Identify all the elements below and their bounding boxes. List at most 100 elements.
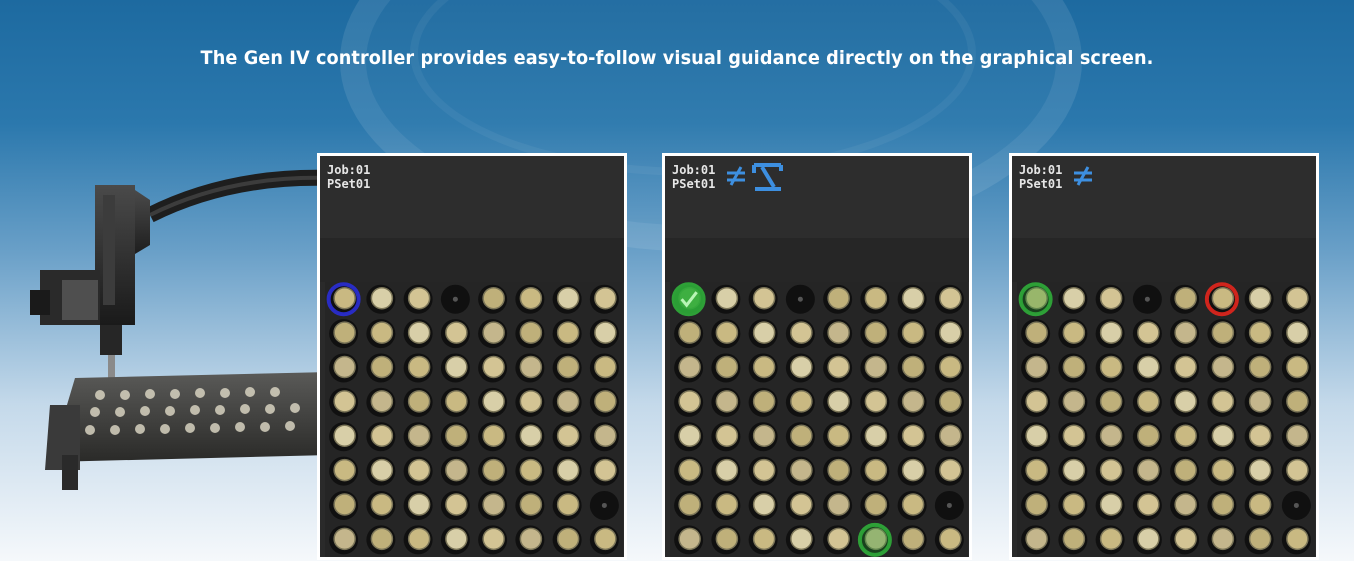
screw-head <box>864 424 888 447</box>
screw-head <box>333 355 356 379</box>
screw-head <box>790 527 813 551</box>
screen-message-bar <box>665 238 969 282</box>
screw-head <box>556 458 580 482</box>
screw-head <box>790 321 813 344</box>
screw-head <box>901 424 925 447</box>
screw-head <box>407 286 431 310</box>
screw-head <box>1211 424 1235 447</box>
screw-head <box>1099 424 1123 447</box>
screw-head <box>1211 355 1235 379</box>
screw-head <box>827 390 850 413</box>
screw-head <box>519 390 543 413</box>
screw-head <box>1286 321 1309 344</box>
screw-head <box>1025 527 1048 551</box>
screw-head <box>333 286 356 310</box>
screw-head <box>333 458 356 482</box>
screw-head <box>407 458 431 482</box>
screw-head <box>519 493 543 516</box>
screw-head <box>678 493 701 516</box>
screw-head <box>901 286 925 310</box>
screw-head <box>445 493 468 516</box>
screw-head <box>1248 286 1272 310</box>
screw-head <box>1286 355 1309 379</box>
screw-head <box>1099 321 1123 344</box>
screw-head <box>482 527 505 551</box>
screw-head <box>370 493 394 516</box>
screw-head <box>370 527 394 551</box>
screw-head <box>1137 390 1160 413</box>
screw-head <box>519 321 543 344</box>
screw-head <box>1174 286 1197 310</box>
screw-head <box>752 527 776 551</box>
job-label: Job:01 <box>1019 163 1063 177</box>
screw-head <box>407 390 431 413</box>
screw-head <box>678 458 701 482</box>
screw-head <box>678 424 701 447</box>
screw-head <box>864 355 888 379</box>
screw-head <box>752 321 776 344</box>
screw-head <box>1062 493 1086 516</box>
screw-head <box>1248 493 1272 516</box>
job-pset-label: Job:01 PSet01 <box>327 163 370 191</box>
screw-head <box>1248 355 1272 379</box>
controller-screen-1: Job:01 PSet01 <box>317 153 627 560</box>
controller-screen-3: Job:01 PSet01 <box>1009 153 1319 560</box>
screw-head <box>827 321 850 344</box>
screw-head <box>519 527 543 551</box>
screw-head <box>752 458 776 482</box>
screw-head <box>678 527 701 551</box>
pset-label: PSet01 <box>1019 177 1063 191</box>
screen-message-bar <box>1012 238 1316 282</box>
screw-head <box>407 355 431 379</box>
screw-head <box>1062 390 1086 413</box>
screw-head <box>482 458 505 482</box>
screw-head <box>1211 527 1235 551</box>
screw-head <box>790 390 813 413</box>
screw-head <box>370 286 394 310</box>
screw-head <box>827 458 850 482</box>
screw-head <box>519 458 543 482</box>
screw-head <box>594 390 617 413</box>
screw-head <box>752 493 776 516</box>
screw-head <box>482 286 505 310</box>
done-marker <box>857 522 892 557</box>
screw-head <box>678 390 701 413</box>
screw-head <box>1025 458 1048 482</box>
done-marker <box>1018 282 1053 317</box>
screw-head <box>556 527 580 551</box>
screw-head <box>370 458 394 482</box>
screw-head <box>678 321 701 344</box>
screw-head <box>1248 390 1272 413</box>
screw-head <box>519 355 543 379</box>
job-label: Job:01 <box>327 163 371 177</box>
screw-head <box>864 321 888 344</box>
screw-head <box>939 321 962 344</box>
screw-head <box>407 424 431 447</box>
screw-head <box>715 424 739 447</box>
screw-head <box>594 355 617 379</box>
screw-head <box>1137 424 1160 447</box>
screw-head <box>445 390 468 413</box>
screwdriver-station-illustration <box>30 169 330 490</box>
screw-head <box>901 321 925 344</box>
screw-head <box>901 493 925 516</box>
screw-head <box>445 424 468 447</box>
screw-head <box>482 493 505 516</box>
screw-head <box>1174 424 1197 447</box>
screw-head <box>1211 321 1235 344</box>
screw-head <box>790 493 813 516</box>
screw-head <box>1286 527 1309 551</box>
screw-head <box>1062 321 1086 344</box>
screw-head <box>333 527 356 551</box>
screw-head <box>1174 355 1197 379</box>
screw-head <box>939 458 962 482</box>
screw-head <box>1211 458 1235 482</box>
screw-head <box>594 458 617 482</box>
screw-head <box>407 493 431 516</box>
screw-head <box>556 355 580 379</box>
screw-head <box>556 424 580 447</box>
screw-head <box>790 424 813 447</box>
fastener-tray <box>325 282 623 557</box>
screw-head <box>556 286 580 310</box>
screw-head <box>864 493 888 516</box>
